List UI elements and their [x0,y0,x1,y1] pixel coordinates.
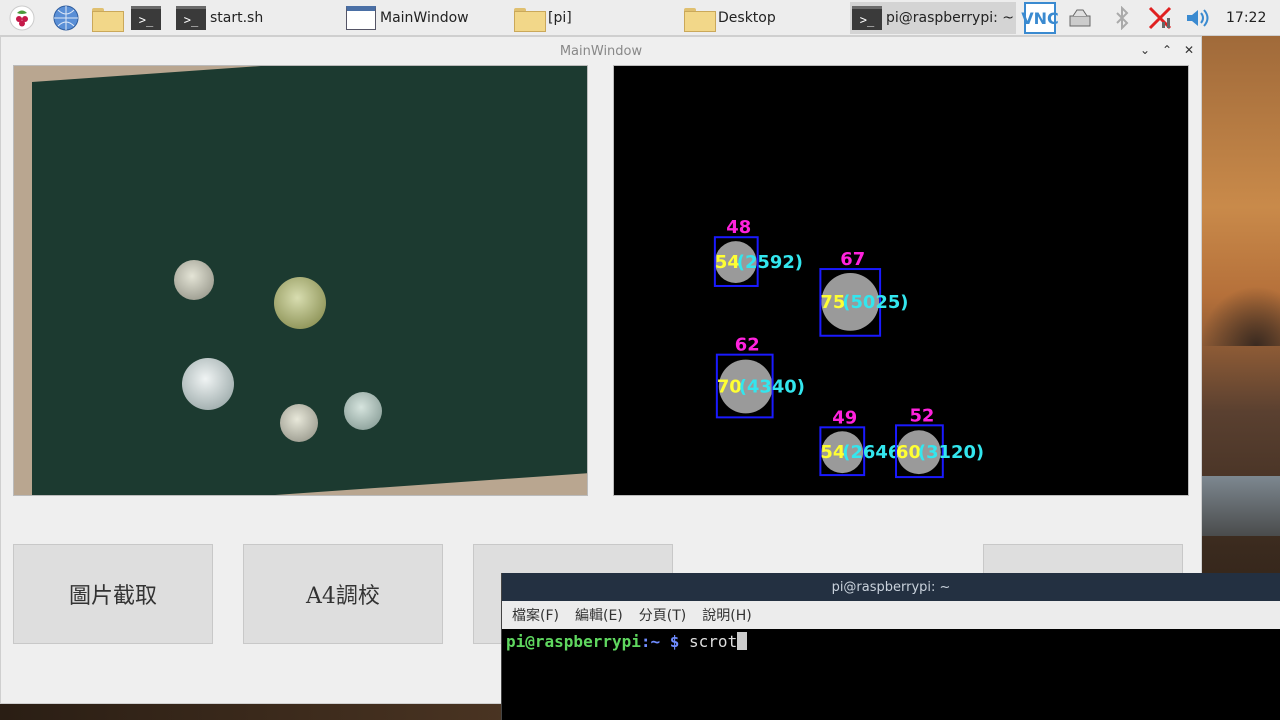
main-window-titlebar[interactable]: MainWindow ⌄ ⌃ ✕ [1,37,1201,65]
detection-label-top: 48 [726,217,751,238]
detection-label-top: 67 [840,249,865,270]
prompt-user: pi@raspberrypi [506,632,641,651]
capture-button[interactable]: 圖片截取 [13,544,213,644]
detection-label-top: 52 [909,405,934,426]
detection-label-right: (5025) [842,292,908,313]
task-desktop-folder[interactable]: Desktop [682,2,842,34]
task-label: pi@raspberrypi: ~ [886,10,1015,26]
text-cursor [737,632,748,650]
coin [280,404,318,442]
task-terminal-active[interactable]: >_ pi@raspberrypi: ~ [850,2,1016,34]
detection-canvas: 4854(2592) 6775(5025)6270(4340)4954(26465… [713,217,984,479]
volume-icon[interactable] [1184,4,1212,32]
menu-file[interactable]: 檔案(F) [512,605,559,625]
wallpaper-hills [1200,286,1280,346]
detection-label-right: (2592) [737,252,803,273]
camera-image [13,65,588,496]
window-icon [346,6,376,30]
detection-label-top: 49 [832,407,857,428]
minimize-icon[interactable]: ⌄ [1139,43,1151,57]
detection-label-top: 62 [735,335,760,356]
typed-command: scrot [689,632,738,651]
folder-icon [684,6,716,32]
detection-label-right: (2646 [842,442,900,463]
task-start-sh[interactable]: >_ start.sh [174,2,334,34]
menu-help[interactable]: 說明(H) [702,605,751,625]
task-label: MainWindow [380,10,469,26]
task-mainwindow[interactable]: MainWindow [344,2,504,34]
coin [182,358,234,410]
detection-label-right: (3120) [918,442,984,463]
terminal-output[interactable]: pi@raspberrypi:~ $ scrot [502,629,1280,655]
wallpaper-sea [1200,476,1280,536]
terminal-launcher-icon[interactable]: >_ [130,4,162,32]
maximize-icon[interactable]: ⌃ [1161,43,1173,57]
terminal-icon: >_ [852,6,882,30]
window-title: MainWindow [559,43,643,59]
task-label: start.sh [210,10,264,26]
terminal-icon: >_ [176,6,206,30]
clock: 17:22 [1226,10,1267,26]
taskbar: >_ >_ start.sh MainWindow [pi] Desktop >… [0,0,1280,36]
terminal-menubar: 檔案(F) 編輯(E) 分頁(T) 說明(H) [502,601,1280,629]
folder-icon [514,6,546,32]
network-disconnected-icon[interactable] [1146,4,1174,32]
a4-calibrate-button[interactable]: A4調校 [243,544,443,644]
menu-edit[interactable]: 編輯(E) [575,605,623,625]
menu-tabs[interactable]: 分頁(T) [639,605,686,625]
eject-drive-icon[interactable] [1066,4,1094,32]
bluetooth-icon[interactable] [1108,4,1136,32]
coin [274,277,326,329]
coin [174,260,214,300]
task-label: Desktop [718,10,776,26]
prompt-path: :~ $ [640,632,680,651]
detection-label-right: (4340) [739,376,805,397]
file-manager-icon[interactable] [90,4,124,32]
task-pi-folder[interactable]: [pi] [512,2,672,34]
terminal-window[interactable]: pi@raspberrypi: ~ 檔案(F) 編輯(E) 分頁(T) 說明(H… [501,573,1280,720]
terminal-titlebar[interactable]: pi@raspberrypi: ~ [502,573,1280,601]
coin [344,392,382,430]
close-icon[interactable]: ✕ [1183,43,1195,57]
task-label: [pi] [548,10,572,26]
web-browser-icon[interactable] [52,4,80,32]
detection-image: 48 54 (2592) 67 75 (5025) 62 70 (4340) 49 54 (2646 5… [613,65,1189,496]
raspberry-menu-icon[interactable] [8,4,36,32]
vnc-icon[interactable]: VNC [1021,2,1059,34]
